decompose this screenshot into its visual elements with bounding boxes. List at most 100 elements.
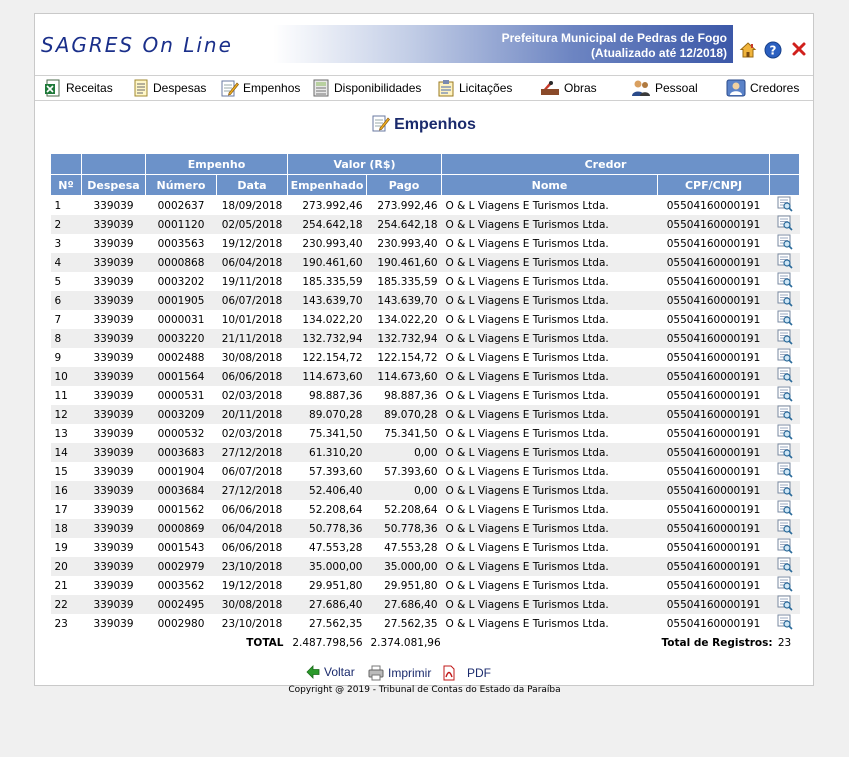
table-cell: 05504160000191 — [657, 424, 770, 443]
table-cell: 0000869 — [145, 519, 217, 538]
table-row: 20 339039 0002979 23/10/2018 35.000,00 35.000… — [50, 557, 800, 576]
col-header-numero[interactable]: Número — [145, 174, 217, 196]
table-cell: 06/06/2018 — [216, 367, 288, 386]
table-cell: O & L Viagens E Turismos Ltda. — [441, 234, 658, 253]
table-cell: 5 — [50, 272, 82, 291]
svg-text:?: ? — [770, 44, 777, 58]
municipality-banner: Prefeitura Municipal de Pedras de Fogo (… — [273, 25, 733, 63]
detail-magnifier-icon — [777, 538, 793, 554]
table-cell: 23 — [50, 614, 82, 633]
table-cell: 230.993,40 — [366, 234, 442, 253]
back-button[interactable]: Voltar — [306, 665, 355, 679]
table-cell: 50.778,36 — [287, 519, 367, 538]
close-icon[interactable] — [791, 41, 807, 57]
table-cell: O & L Viagens E Turismos Ltda. — [441, 348, 658, 367]
menu-item-credores[interactable]: Credores — [726, 79, 799, 97]
table-cell: 52.208,64 — [366, 500, 442, 519]
row-detail-button[interactable] — [769, 291, 800, 310]
detail-magnifier-icon — [777, 253, 793, 269]
row-detail-button[interactable] — [769, 462, 800, 481]
row-detail-button[interactable] — [769, 500, 800, 519]
row-detail-button[interactable] — [769, 481, 800, 500]
menu-item-obras[interactable]: Obras — [540, 79, 597, 97]
table-cell: 273.992,46 — [366, 195, 442, 215]
menu-item-disponibilidades[interactable]: Disponibilidades — [312, 79, 421, 97]
table-cell: O & L Viagens E Turismos Ltda. — [441, 195, 658, 215]
table-cell: 10 — [50, 367, 82, 386]
table-row: 8 339039 0003220 21/11/2018 132.732,94 132.73… — [50, 329, 800, 348]
row-detail-button[interactable] — [769, 557, 800, 576]
menu-label: Obras — [564, 81, 597, 95]
table-cell: 0000031 — [145, 310, 217, 329]
print-button[interactable]: Imprimir — [368, 665, 431, 681]
row-detail-button[interactable] — [769, 195, 800, 215]
table-cell: 0001905 — [145, 291, 217, 310]
table-cell: 05504160000191 — [657, 462, 770, 481]
menu-item-licitacoes[interactable]: Licitações — [437, 79, 512, 97]
table-cell: 23/10/2018 — [216, 614, 288, 633]
col-header-data[interactable]: Data — [216, 174, 288, 196]
table-cell: 13 — [50, 424, 82, 443]
col-header-nome[interactable]: Nome — [441, 174, 659, 196]
table-cell: 0001543 — [145, 538, 217, 557]
home-icon[interactable] — [739, 41, 757, 59]
table-row: 14 339039 0003683 27/12/2018 61.310,20 0,00 O … — [50, 443, 800, 462]
table-cell: 27.562,35 — [366, 614, 442, 633]
table-cell: 339039 — [81, 614, 146, 633]
table-cell: 05504160000191 — [657, 557, 770, 576]
col-header-cpf-cnpj[interactable]: CPF/CNPJ — [657, 174, 771, 196]
page-title: Empenhos — [35, 114, 813, 134]
row-detail-button[interactable] — [769, 576, 800, 595]
menu-item-empenhos[interactable]: Empenhos — [221, 79, 300, 97]
table-cell: 35.000,00 — [366, 557, 442, 576]
row-detail-button[interactable] — [769, 348, 800, 367]
row-detail-button[interactable] — [769, 405, 800, 424]
table-cell: 57.393,60 — [287, 462, 367, 481]
detail-magnifier-icon — [777, 291, 793, 307]
group-header-blank — [50, 153, 82, 175]
table-cell: 05504160000191 — [657, 595, 770, 614]
col-header-despesa[interactable]: Despesa — [81, 174, 146, 196]
edit-document-icon — [372, 115, 391, 132]
table-cell: 05504160000191 — [657, 329, 770, 348]
menu-item-despesas[interactable]: Despesas — [133, 79, 206, 97]
row-detail-button[interactable] — [769, 272, 800, 291]
table-cell: 4 — [50, 253, 82, 272]
menu-item-receitas[interactable]: Receitas — [44, 79, 113, 97]
row-detail-button[interactable] — [769, 386, 800, 405]
row-detail-button[interactable] — [769, 215, 800, 234]
row-detail-button[interactable] — [769, 424, 800, 443]
table-row: 15 339039 0001904 06/07/2018 57.393,60 57.393… — [50, 462, 800, 481]
col-header-empenhado[interactable]: Empenhado — [287, 174, 367, 196]
detail-magnifier-icon — [777, 367, 793, 383]
edit-document-icon — [221, 80, 239, 97]
table-cell: 339039 — [81, 215, 146, 234]
row-detail-button[interactable] — [769, 234, 800, 253]
printer-icon — [368, 665, 384, 681]
table-cell: 05504160000191 — [657, 234, 770, 253]
table-cell: 20/11/2018 — [216, 405, 288, 424]
table-row: 17 339039 0001562 06/06/2018 52.208,64 52.208… — [50, 500, 800, 519]
col-header-pago[interactable]: Pago — [365, 174, 443, 196]
row-detail-button[interactable] — [769, 538, 800, 557]
construction-icon — [541, 81, 559, 95]
pdf-button[interactable]: PDF — [441, 665, 491, 681]
row-detail-button[interactable] — [769, 253, 800, 272]
row-detail-button[interactable] — [769, 329, 800, 348]
help-icon[interactable]: ? — [764, 41, 782, 59]
menu-item-pessoal[interactable]: Pessoal — [631, 79, 698, 97]
table-cell: 9 — [50, 348, 82, 367]
print-label: Imprimir — [388, 666, 432, 680]
row-detail-button[interactable] — [769, 310, 800, 329]
row-detail-button[interactable] — [769, 595, 800, 614]
row-detail-button[interactable] — [769, 443, 800, 462]
pdf-label: PDF — [467, 666, 491, 680]
detail-magnifier-icon — [777, 272, 793, 288]
row-detail-button[interactable] — [769, 367, 800, 386]
row-detail-button[interactable] — [769, 614, 800, 633]
table-cell: 98.887,36 — [366, 386, 442, 405]
municipality-title: Prefeitura Municipal de Pedras de Fogo — [501, 31, 727, 45]
row-detail-button[interactable] — [769, 519, 800, 538]
col-header-num[interactable]: Nº — [50, 174, 82, 196]
table-cell: 27.562,35 — [287, 614, 367, 633]
